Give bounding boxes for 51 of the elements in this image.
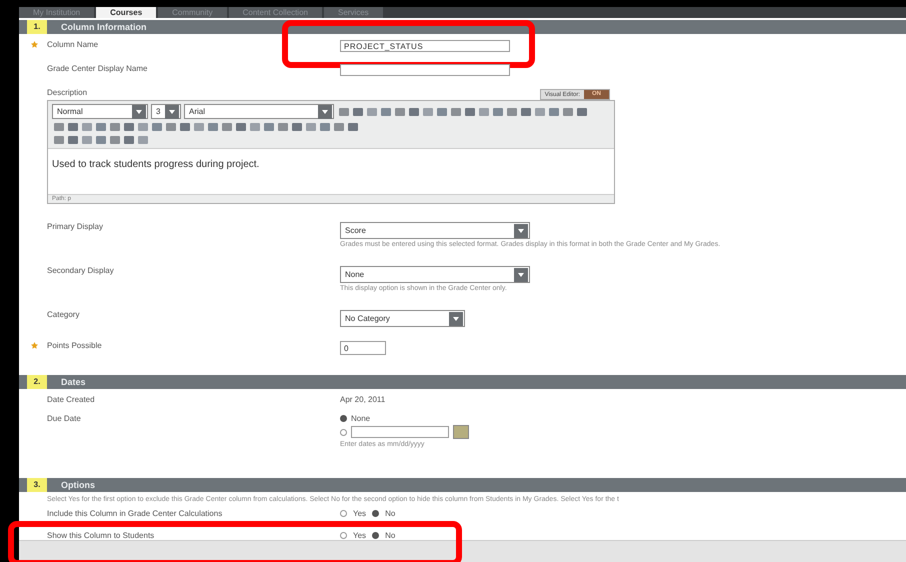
radio-label: No	[385, 509, 396, 518]
radio-label: None	[351, 414, 370, 424]
formatting-toolbar-icons[interactable]	[337, 106, 589, 117]
field-label: Grade Center Display Name	[47, 64, 148, 74]
section-number: 1.	[27, 20, 47, 34]
field-label: Column Name	[47, 40, 100, 50]
field-label: Secondary Display	[47, 266, 115, 276]
table-toolbar-icons[interactable]	[52, 135, 150, 146]
field-value: Apr 20, 2011	[340, 395, 386, 404]
dropdown-select[interactable]: None	[340, 266, 530, 284]
select-value: Arial	[189, 107, 206, 116]
dropdown-select[interactable]: No Category	[340, 310, 465, 328]
text-input[interactable]: PROJECT_STATUS	[340, 40, 510, 52]
select-value: None	[345, 270, 364, 280]
date-input[interactable]	[351, 426, 449, 438]
field-label: Points Possible	[47, 341, 103, 350]
select-value: Score	[345, 226, 366, 236]
radio-label: Yes	[353, 509, 366, 518]
radio-button[interactable]	[372, 510, 380, 518]
radio-button[interactable]	[340, 510, 347, 518]
section-number: 2.	[27, 375, 47, 390]
field-label: Include this Column in Grade Center Calculations	[47, 509, 224, 518]
format-select[interactable]: Normal	[52, 104, 148, 120]
select-value: No Category	[345, 314, 390, 324]
radio-label: Yes	[353, 531, 366, 540]
section-title: Column Information	[61, 22, 146, 32]
field-label: Primary Display	[47, 222, 104, 232]
field-label: Show this Column to Students	[47, 531, 156, 540]
text-input[interactable]	[340, 64, 510, 76]
field-label: Date Created	[47, 395, 96, 404]
editor-content: Used to track students progress during project.	[51, 158, 260, 172]
field-label: Description	[47, 88, 88, 98]
radio-label: No	[385, 531, 396, 540]
radio-button[interactable]	[340, 415, 347, 422]
section-number: 3.	[27, 478, 47, 492]
size-select[interactable]: 3	[151, 104, 181, 120]
points-input[interactable]: 0	[340, 341, 386, 356]
dropdown-select[interactable]: Score	[340, 222, 530, 240]
select-value: 3	[156, 107, 160, 116]
font-select[interactable]: Arial	[184, 104, 334, 120]
select-value: Normal	[57, 107, 83, 116]
field-label: Category	[47, 310, 80, 320]
section-title: Options	[61, 480, 95, 490]
radio-button[interactable]	[340, 428, 347, 436]
field-label: Due Date	[47, 414, 82, 424]
insert-toolbar-icons[interactable]	[52, 122, 360, 132]
radio-button[interactable]	[372, 532, 380, 540]
calendar-button-icon[interactable]	[453, 425, 469, 440]
section-title: Dates	[61, 377, 86, 388]
radio-button[interactable]	[340, 532, 347, 540]
nav-tab[interactable]: Courses	[96, 7, 156, 18]
